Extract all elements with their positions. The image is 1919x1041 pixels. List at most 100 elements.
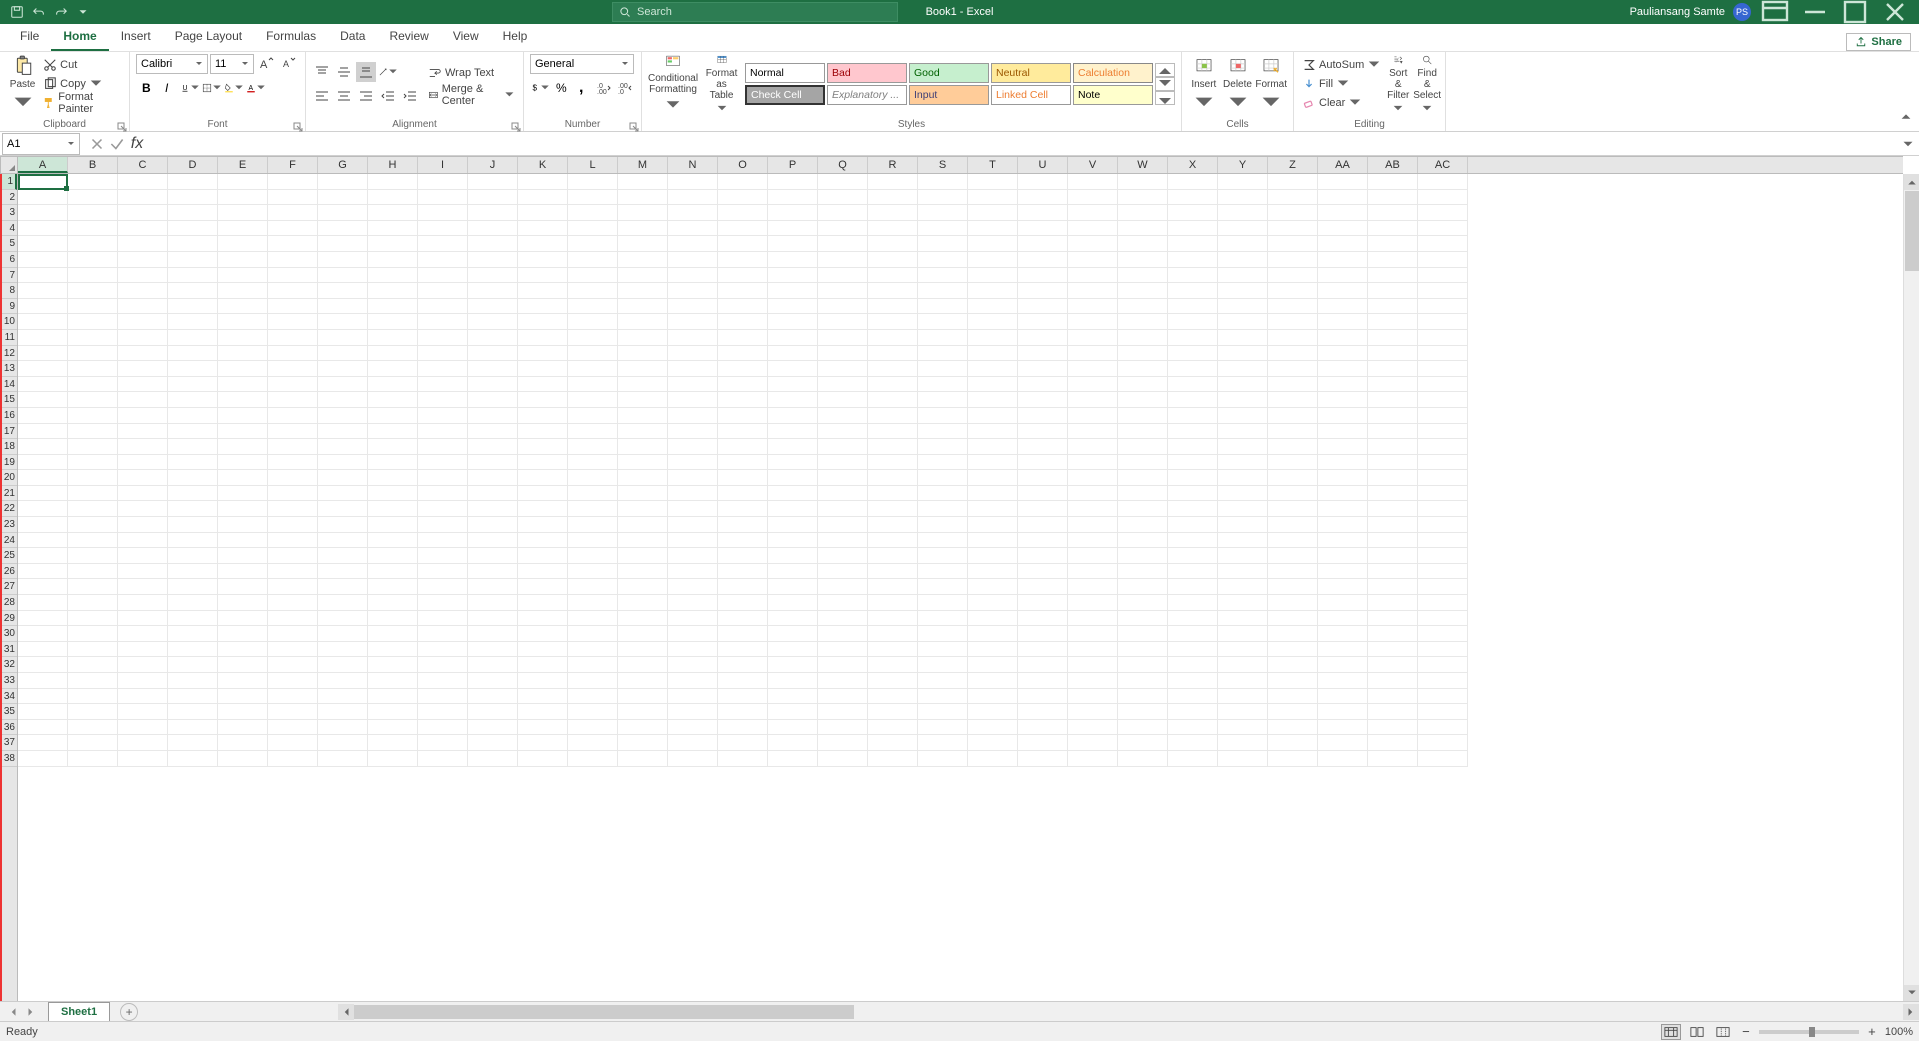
cell[interactable]: [418, 314, 468, 330]
cell[interactable]: [418, 470, 468, 486]
cell[interactable]: [668, 548, 718, 564]
cell[interactable]: [418, 377, 468, 393]
font-launcher[interactable]: [293, 119, 303, 129]
cell[interactable]: [818, 720, 868, 736]
cell[interactable]: [18, 330, 68, 346]
cell[interactable]: [968, 424, 1018, 440]
cell[interactable]: [1268, 283, 1318, 299]
cell[interactable]: [318, 424, 368, 440]
cell[interactable]: [768, 611, 818, 627]
cell[interactable]: [668, 579, 718, 595]
cell[interactable]: [1068, 548, 1118, 564]
cell[interactable]: [718, 595, 768, 611]
cell[interactable]: [368, 377, 418, 393]
cell[interactable]: [1318, 299, 1368, 315]
cell[interactable]: [1218, 174, 1268, 190]
cell[interactable]: [1068, 314, 1118, 330]
cell[interactable]: [868, 205, 918, 221]
cell[interactable]: [168, 439, 218, 455]
cell[interactable]: [1018, 720, 1068, 736]
cell[interactable]: [68, 439, 118, 455]
cell[interactable]: [1218, 720, 1268, 736]
cell[interactable]: [968, 657, 1018, 673]
cell[interactable]: [1168, 439, 1218, 455]
cell[interactable]: [568, 408, 618, 424]
cell[interactable]: [968, 533, 1018, 549]
cell[interactable]: [68, 470, 118, 486]
cell[interactable]: [818, 283, 868, 299]
cell[interactable]: [1218, 205, 1268, 221]
cell[interactable]: [18, 439, 68, 455]
cell[interactable]: [1118, 470, 1168, 486]
cell[interactable]: [968, 595, 1018, 611]
cell[interactable]: [918, 408, 968, 424]
column-header[interactable]: AC: [1418, 157, 1468, 173]
cell[interactable]: [1318, 751, 1368, 767]
cell[interactable]: [68, 564, 118, 580]
cell[interactable]: [1318, 564, 1368, 580]
row-header[interactable]: 2: [2, 190, 17, 206]
cell[interactable]: [1118, 486, 1168, 502]
cell[interactable]: [718, 330, 768, 346]
cell[interactable]: [368, 595, 418, 611]
cell[interactable]: [1018, 424, 1068, 440]
cell[interactable]: [318, 501, 368, 517]
cell[interactable]: [318, 283, 368, 299]
cell[interactable]: [518, 424, 568, 440]
cell[interactable]: [1168, 330, 1218, 346]
decrease-font-button[interactable]: A: [278, 54, 298, 74]
cell[interactable]: [1418, 564, 1468, 580]
cell[interactable]: [918, 595, 968, 611]
cell[interactable]: [868, 579, 918, 595]
select-all-button[interactable]: [0, 156, 18, 174]
cell[interactable]: [318, 268, 368, 284]
cell[interactable]: [768, 564, 818, 580]
cell[interactable]: [1218, 221, 1268, 237]
cell[interactable]: [1268, 486, 1318, 502]
cell[interactable]: [768, 221, 818, 237]
cell[interactable]: [318, 595, 368, 611]
cell[interactable]: [868, 657, 918, 673]
cell[interactable]: [1268, 548, 1318, 564]
italic-button[interactable]: I: [158, 78, 178, 98]
cell[interactable]: [1218, 501, 1268, 517]
cell[interactable]: [718, 470, 768, 486]
cell[interactable]: [1368, 424, 1418, 440]
cell[interactable]: [1118, 735, 1168, 751]
column-header[interactable]: C: [118, 157, 168, 173]
cell[interactable]: [618, 751, 668, 767]
cell[interactable]: [1068, 439, 1118, 455]
cell[interactable]: [1318, 579, 1368, 595]
cell[interactable]: [218, 252, 268, 268]
cell[interactable]: [368, 299, 418, 315]
cell[interactable]: [1368, 611, 1418, 627]
cell[interactable]: [1218, 190, 1268, 206]
cell[interactable]: [318, 579, 368, 595]
row-header[interactable]: 21: [2, 486, 17, 502]
cell[interactable]: [218, 190, 268, 206]
cell[interactable]: [1318, 314, 1368, 330]
cell[interactable]: [118, 486, 168, 502]
cell[interactable]: [618, 657, 668, 673]
cell[interactable]: [1368, 564, 1418, 580]
cell[interactable]: [1318, 626, 1368, 642]
comma-format-button[interactable]: ,: [573, 78, 592, 98]
cell[interactable]: [1418, 548, 1468, 564]
cell[interactable]: [818, 704, 868, 720]
cell[interactable]: [168, 346, 218, 362]
cell[interactable]: [218, 455, 268, 471]
cell[interactable]: [918, 579, 968, 595]
row-header[interactable]: 25: [2, 548, 17, 564]
cell[interactable]: [18, 564, 68, 580]
cell[interactable]: [268, 689, 318, 705]
cell[interactable]: [468, 283, 518, 299]
column-header[interactable]: G: [318, 157, 368, 173]
cell[interactable]: [1418, 330, 1468, 346]
cell[interactable]: [368, 501, 418, 517]
cell[interactable]: [1368, 751, 1418, 767]
font-name-dropdown[interactable]: Calibri: [136, 54, 208, 74]
cell[interactable]: [1418, 751, 1468, 767]
column-header[interactable]: A: [18, 157, 68, 173]
cell[interactable]: [668, 735, 718, 751]
cell[interactable]: [1068, 564, 1118, 580]
